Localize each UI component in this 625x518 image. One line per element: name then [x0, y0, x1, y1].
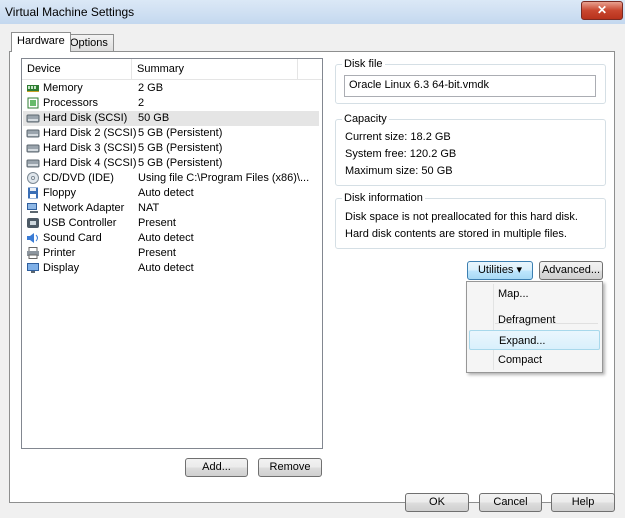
- device-summary: 5 GB (Persistent): [138, 157, 223, 169]
- tab-hardware[interactable]: Hardware: [11, 32, 71, 52]
- device-name: Floppy: [43, 187, 77, 199]
- device-summary: 2: [138, 97, 145, 109]
- add-button[interactable]: Add...: [185, 458, 248, 477]
- device-name: Memory: [43, 82, 83, 94]
- device-name: Display: [43, 262, 80, 274]
- disk-file-title: Disk file: [342, 58, 385, 70]
- advanced-button[interactable]: Advanced...: [539, 261, 603, 280]
- remove-button[interactable]: Remove: [258, 458, 322, 477]
- network-adapter-icon: [27, 203, 38, 213]
- disk-information-title: Disk information: [342, 192, 425, 204]
- capacity-title: Capacity: [342, 113, 389, 125]
- hard-disk-icon: [26, 159, 40, 168]
- help-button[interactable]: Help: [551, 493, 615, 512]
- hard-disk-icon: [26, 129, 40, 138]
- device-summary: 5 GB (Persistent): [138, 142, 223, 154]
- device-summary: Auto detect: [138, 262, 194, 274]
- device-summary: 50 GB: [138, 112, 170, 124]
- device-summary: Auto detect: [138, 232, 194, 244]
- window-title: Virtual Machine Settings: [5, 5, 135, 19]
- current-size-text: Current size: 18.2 GB: [345, 131, 451, 143]
- device-summary: Present: [138, 217, 176, 229]
- menu-item-defragment-label: Defragment: [498, 314, 556, 326]
- device-row-usb-controller[interactable]: USB Controller Present: [23, 216, 319, 231]
- device-row-hard-disk-3[interactable]: Hard Disk 3 (SCSI) 5 GB (Persistent): [23, 141, 319, 156]
- device-row-display[interactable]: Display Auto detect: [23, 261, 319, 276]
- hard-disk-icon: [26, 144, 40, 153]
- tab-options[interactable]: Options: [64, 34, 114, 52]
- title-bar: Virtual Machine Settings ✕: [0, 0, 625, 24]
- column-header-device[interactable]: Device: [27, 63, 61, 75]
- column-separator[interactable]: [131, 59, 132, 79]
- tab-hardware-label: Hardware: [17, 35, 65, 47]
- floppy-icon: [28, 187, 38, 199]
- menu-item-map-label: Map...: [498, 288, 529, 300]
- device-row-sound-card[interactable]: Sound Card Auto detect: [23, 231, 319, 246]
- device-name: Printer: [43, 247, 76, 259]
- hardware-tab-panel: Device Summary Memory 2 GB Processors 2 …: [9, 51, 615, 503]
- device-row-network-adapter[interactable]: Network Adapter NAT: [23, 201, 319, 216]
- cd-dvd-icon: [27, 172, 39, 184]
- disk-info-line-1: Disk space is not preallocated for this …: [345, 211, 578, 223]
- close-icon: ✕: [596, 3, 608, 17]
- device-name: Hard Disk 3 (SCSI): [43, 142, 137, 154]
- device-row-hard-disk-2[interactable]: Hard Disk 2 (SCSI) 5 GB (Persistent): [23, 126, 319, 141]
- device-summary: 5 GB (Persistent): [138, 127, 223, 139]
- device-name: CD/DVD (IDE): [43, 172, 114, 184]
- menu-item-map[interactable]: Map...: [469, 284, 600, 304]
- device-row-floppy[interactable]: Floppy Auto detect: [23, 186, 319, 201]
- disk-file-group: Disk file Oracle Linux 6.3 64-bit.vmdk: [335, 58, 606, 104]
- device-name: Sound Card: [43, 232, 102, 244]
- menu-item-compact-label: Compact: [498, 354, 543, 366]
- column-header-summary[interactable]: Summary: [137, 63, 184, 75]
- device-name: Network Adapter: [43, 202, 125, 214]
- device-row-hard-disk[interactable]: Hard Disk (SCSI) 50 GB: [23, 111, 319, 126]
- device-row-cd-dvd[interactable]: CD/DVD (IDE) Using file C:\Program Files…: [23, 171, 319, 186]
- device-summary: NAT: [138, 202, 160, 214]
- maximum-size-text: Maximum size: 50 GB: [345, 165, 453, 177]
- utilities-menu: Map... Defragment Expand... Compact: [466, 281, 603, 373]
- tab-options-label: Options: [70, 37, 108, 49]
- device-name: Hard Disk 4 (SCSI): [43, 157, 137, 169]
- memory-icon: [27, 85, 39, 92]
- disk-info-line-2: Hard disk contents are stored in multipl…: [345, 228, 567, 240]
- device-row-printer[interactable]: Printer Present: [23, 246, 319, 261]
- device-summary: Using file C:\Program Files (x86)\...: [138, 172, 310, 184]
- device-name: Hard Disk (SCSI): [43, 112, 128, 124]
- device-name: Processors: [43, 97, 99, 109]
- disk-information-group: Disk information Disk space is not preal…: [335, 192, 606, 249]
- utilities-button[interactable]: Utilities ▾: [467, 261, 533, 280]
- sound-card-icon: [27, 233, 38, 243]
- display-icon: [27, 263, 39, 273]
- device-list[interactable]: Device Summary Memory 2 GB Processors 2 …: [21, 58, 323, 449]
- system-free-text: System free: 120.2 GB: [345, 148, 457, 160]
- menu-item-expand[interactable]: Expand...: [469, 330, 600, 350]
- ok-button[interactable]: OK: [405, 493, 469, 512]
- printer-icon: [27, 247, 39, 259]
- dialog-body: Hardware Options Device Summary Memory 2…: [0, 24, 625, 518]
- menu-item-compact[interactable]: Compact: [469, 350, 600, 370]
- device-list-header: Device Summary: [22, 59, 322, 80]
- menu-item-expand-label: Expand...: [499, 335, 546, 347]
- column-separator[interactable]: [297, 59, 298, 79]
- device-row-hard-disk-4[interactable]: Hard Disk 4 (SCSI) 5 GB (Persistent): [23, 156, 319, 171]
- device-name: Hard Disk 2 (SCSI): [43, 127, 137, 139]
- capacity-group: Capacity Current size: 18.2 GB System fr…: [335, 113, 606, 186]
- menu-item-defragment[interactable]: Defragment: [469, 310, 600, 330]
- close-button[interactable]: ✕: [581, 1, 623, 20]
- device-name: USB Controller: [43, 217, 117, 229]
- device-row-memory[interactable]: Memory 2 GB: [23, 81, 319, 96]
- usb-icon: [27, 218, 39, 228]
- hard-disk-icon: [26, 114, 40, 123]
- cancel-button[interactable]: Cancel: [479, 493, 542, 512]
- device-summary: Auto detect: [138, 187, 194, 199]
- device-summary: 2 GB: [138, 82, 164, 94]
- device-summary: Present: [138, 247, 176, 259]
- processor-icon: [27, 97, 39, 109]
- disk-file-field[interactable]: Oracle Linux 6.3 64-bit.vmdk: [344, 75, 596, 97]
- device-row-processors[interactable]: Processors 2: [23, 96, 319, 111]
